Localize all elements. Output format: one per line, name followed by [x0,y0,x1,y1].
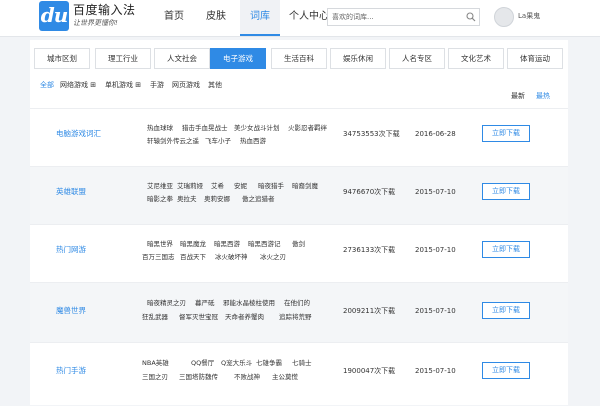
list-item: 魔兽世界 暗夜精灵之刃 暮严砥 邪能水晶棱柱使用 在他们的 狂乱武器 督军灭世宝… [30,282,568,343]
sort-latest[interactable]: 最新 [511,91,525,101]
sample-word: 热血球球 [147,124,173,132]
category-tab-sports[interactable]: 体育运动 [507,48,563,69]
list-item: 热门手游 NBA英雄 QQ餐厅 Q宠大乐斗 七雄争霸 七骑士 三国之刃 三国塔防… [30,342,568,406]
sample-word: 奥莉安娜 [204,195,230,203]
sample-word: 百战天下 [180,253,206,261]
sample-word: 傲之追猎者 [242,195,275,203]
search-placeholder: 喜欢的词库... [332,13,374,21]
brand-slogan: 让世界更懂你! [73,19,118,27]
sample-word: 暗影之拳 [147,195,173,203]
sample-word: 邪能水晶棱柱使用 [223,299,275,307]
category-tab-names[interactable]: 人名专区 [389,48,445,69]
update-date: 2016-06-28 [415,130,456,138]
list-item: 英雄联盟 艾尼维亚 艾瑞莉娅 艾希 安妮 暗夜猎手 暗裔剑魔 暗影之拳 奥拉夫 … [30,166,568,225]
category-tab-life[interactable]: 生活百科 [271,48,327,69]
brand-name: 百度输入法 [73,3,136,17]
subcategory-online-games[interactable]: 网络游戏 ⊞ [60,80,96,90]
brand: 百度输入法 让世界更懂你! [73,3,136,28]
du-logo-icon[interactable]: du [39,1,69,31]
update-date: 2015-07-10 [415,246,456,254]
download-button[interactable]: 立即下载 [482,183,530,200]
download-button[interactable]: 立即下载 [482,362,530,379]
dictionary-name[interactable]: 英雄联盟 [56,187,86,197]
sample-word: 暗黑世界 [147,240,173,248]
dictionary-name[interactable]: 电脑游戏词汇 [56,129,101,139]
sample-word: 轩辕剑外传云之遥 [147,137,199,145]
sample-word: 不败战神 [234,373,260,381]
sample-word: 安妮 [234,182,247,190]
sample-word: QQ餐厅 [191,359,215,367]
avatar[interactable] [494,7,514,27]
category-tab-games[interactable]: 电子游戏 [210,48,266,69]
category-tab-city[interactable]: 城市区划 [34,48,90,69]
sample-word: 火影忍者羁绊 [288,124,327,132]
download-count: 34753553次下载 [343,130,400,138]
sample-word: 猎击手血晃战士 [182,124,228,132]
sample-word: 飞车小子 [205,137,231,145]
download-count: 9476670次下载 [343,188,396,196]
dictionary-panel: 城市区划 理工行业 人文社会 电子游戏 生活百科 娱乐休闲 人名专区 文化艺术 … [30,40,568,405]
sample-word: 傲剑 [292,240,305,248]
sample-word: 暗黑西游 [214,240,240,248]
nav-dictionary[interactable]: 词库 [240,0,280,36]
top-bar: du 百度输入法 让世界更懂你! 首页 皮肤 词库 个人中心 喜欢的词库... … [0,0,600,37]
sample-word: NBA英雄 [142,359,169,367]
subcategory-mobile[interactable]: 手游 [150,80,164,90]
update-date: 2015-07-10 [415,307,456,315]
list-item: 电脑游戏词汇 热血球球 猎击手血晃战士 美少女战斗计划 火影忍者羁绊 轩辕剑外传… [30,108,568,167]
sample-word: 奥拉夫 [177,195,197,203]
download-count: 1900047次下载 [343,367,396,375]
sample-word: 天命者养蟹肉 [225,313,264,321]
dictionary-name[interactable]: 魔兽世界 [56,306,86,316]
sample-word: 暗夜猎手 [258,182,284,190]
list-item: 热门网游 暗黑世界 暗黑魔龙 暗黑西游 暗黑西游记 傲剑 百万三国志 百战天下 … [30,224,568,283]
sample-word: 三国塔防魏传 [179,373,218,381]
sample-word: 三国之刃 [142,373,168,381]
download-button[interactable]: 立即下载 [482,125,530,142]
download-button[interactable]: 立即下载 [482,241,530,258]
download-count: 2736133次下载 [343,246,396,254]
update-date: 2015-07-10 [415,367,456,375]
update-date: 2015-07-10 [415,188,456,196]
subcategory-single-player[interactable]: 单机游戏 ⊞ [105,80,141,90]
sample-word: 艾瑞莉娅 [177,182,203,190]
sample-word: 艾希 [211,182,224,190]
subcategory-web-games[interactable]: 网页游戏 [172,80,200,90]
sample-word: 七雄争霸 [256,359,282,367]
dictionary-name[interactable]: 热门网游 [56,245,86,255]
sample-word: 暗夜精灵之刃 [147,299,186,307]
sample-word: 冰火之刃 [260,253,286,261]
sample-word: 美少女战斗计划 [234,124,280,132]
nav-home[interactable]: 首页 [152,0,196,36]
sample-word: 狂乱武器 [142,313,168,321]
sample-word: 暗裔剑魔 [292,182,318,190]
sample-word: 暮严砥 [195,299,215,307]
sample-word: 在他们的 [284,299,310,307]
subcategory-all[interactable]: 全部 [40,80,54,90]
sample-word: 主公莫慌 [272,373,298,381]
download-count: 2009211次下载 [343,307,396,315]
download-button[interactable]: 立即下载 [482,302,530,319]
nav-skins[interactable]: 皮肤 [196,0,236,36]
sample-word: Q宠大乐斗 [221,359,253,367]
sample-word: 暗黑西游记 [248,240,281,248]
category-tab-humanities[interactable]: 人文社会 [154,48,210,69]
sample-word: 艾尼维亚 [147,182,173,190]
sample-word: 追踪将荒野 [279,313,312,321]
sample-word: 百万三国志 [142,253,175,261]
sort-hottest[interactable]: 最热 [536,91,550,101]
category-tab-entertainment[interactable]: 娱乐休闲 [330,48,386,69]
search-icon[interactable] [466,12,476,22]
username[interactable]: La果鬼 [518,11,540,21]
category-tab-science[interactable]: 理工行业 [95,48,151,69]
dictionary-name[interactable]: 热门手游 [56,366,86,376]
sample-word: 冰火破坏神 [215,253,248,261]
search-input[interactable]: 喜欢的词库... [327,8,480,26]
subcategory-other[interactable]: 其他 [208,80,222,90]
sample-word: 暗黑魔龙 [180,240,206,248]
category-tab-culture[interactable]: 文化艺术 [448,48,504,69]
sample-word: 热血西游 [240,137,266,145]
sample-word: 七骑士 [292,359,312,367]
sample-word: 督军灭世宝冠 [179,313,218,321]
